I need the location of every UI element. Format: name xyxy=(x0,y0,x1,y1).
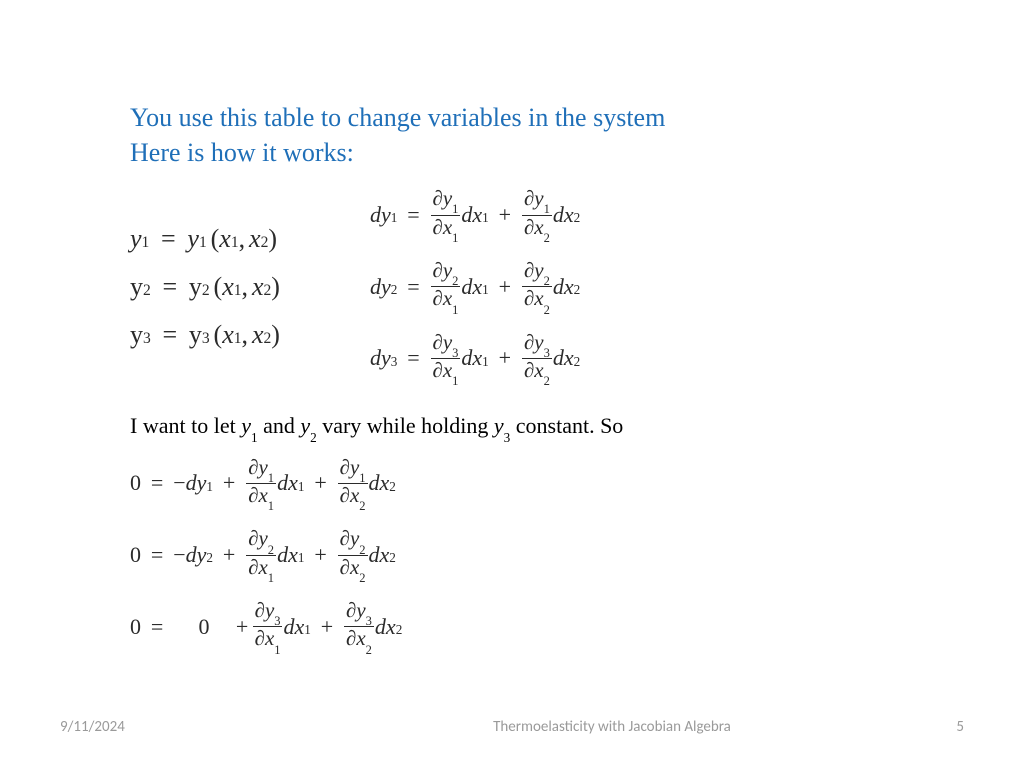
definition-y3: y3 = y3 ( x1 , x2 ) xyxy=(130,320,280,350)
heading: You use this table to change variables i… xyxy=(130,100,964,170)
constraint-eq-2: 0 = −dy2 + ∂y2 ∂x1 dx1 + ∂y2 ∂x2 dx2 xyxy=(130,528,964,582)
partial-y3-x1: ∂y3 ∂x1 xyxy=(431,332,461,386)
constraint-equations: 0 = −dy1 + ∂y1 ∂x1 dx1 + ∂y1 ∂x2 dx2 0 =… xyxy=(130,457,964,654)
equation-columns: y1 = y1 ( x1 , x2 ) y2 = y2 ( x1 , x2 ) xyxy=(130,188,964,385)
partial-y2-x2: ∂y2 ∂x2 xyxy=(522,260,552,314)
heading-line-1: You use this table to change variables i… xyxy=(130,100,964,135)
constraint-eq-3: 0 = 0 + ∂y3 ∂x1 dx1 + ∂y3 ∂x2 dx2 xyxy=(130,600,964,654)
slide: You use this table to change variables i… xyxy=(0,0,1024,768)
heading-line-2: Here is how it works: xyxy=(130,135,964,170)
footer-page: 5 xyxy=(904,718,964,736)
definition-column: y1 = y1 ( x1 , x2 ) y2 = y2 ( x1 , x2 ) xyxy=(130,188,280,350)
total-diff-dy3: dy3 = ∂y3 ∂x1 dx1 + ∂y3 ∂x2 dx2 xyxy=(370,332,580,386)
constraint-eq-1: 0 = −dy1 + ∂y1 ∂x1 dx1 + ∂y1 ∂x2 dx2 xyxy=(130,457,964,511)
partial-y1-x1: ∂y1 ∂x1 xyxy=(431,188,461,242)
total-differentials-column: dy1 = ∂y1 ∂x1 dx1 + ∂y1 ∂x2 dx2 dy2 xyxy=(370,188,580,385)
partial-y3-x2: ∂y3 ∂x2 xyxy=(522,332,552,386)
explanation-text: I want to let y1 and y2 vary while holdi… xyxy=(130,413,964,442)
footer-date: 9/11/2024 xyxy=(60,718,320,736)
footer-title: Thermoelasticity with Jacobian Algebra xyxy=(320,718,904,736)
partial-y2-x1: ∂y2 ∂x1 xyxy=(431,260,461,314)
slide-footer: 9/11/2024 Thermoelasticity with Jacobian… xyxy=(0,718,1024,736)
partial-y1-x2: ∂y1 ∂x2 xyxy=(522,188,552,242)
definition-y2: y2 = y2 ( x1 , x2 ) xyxy=(130,272,280,302)
definition-y1: y1 = y1 ( x1 , x2 ) xyxy=(130,224,280,254)
total-diff-dy2: dy2 = ∂y2 ∂x1 dx1 + ∂y2 ∂x2 dx2 xyxy=(370,260,580,314)
total-diff-dy1: dy1 = ∂y1 ∂x1 dx1 + ∂y1 ∂x2 dx2 xyxy=(370,188,580,242)
